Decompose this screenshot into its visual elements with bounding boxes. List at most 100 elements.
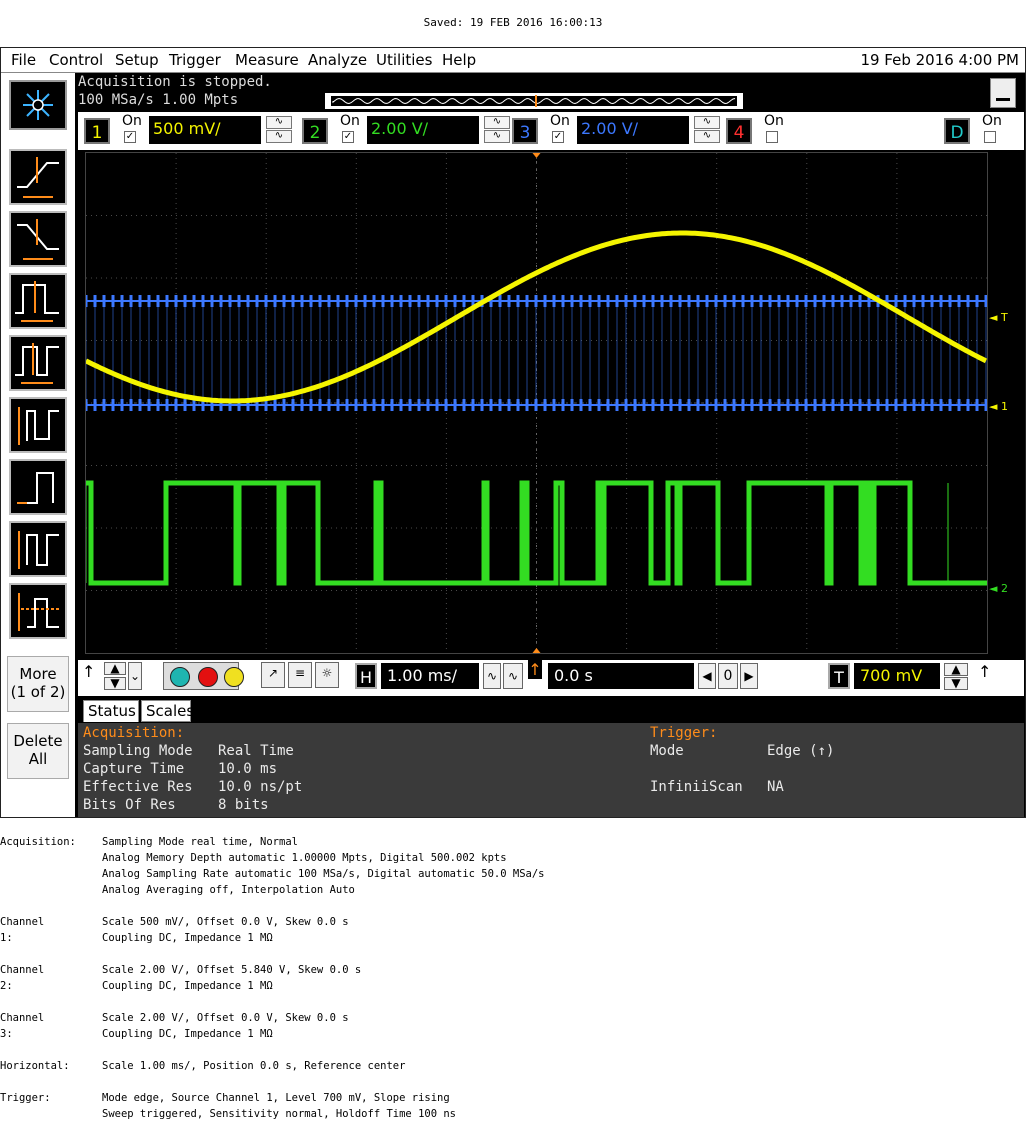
logo-button[interactable] <box>9 80 67 130</box>
channel-on-checkbox[interactable]: ✓ <box>342 131 354 143</box>
channel-on-label: On <box>982 113 1002 129</box>
runt-trigger-button[interactable] <box>9 397 67 453</box>
channel-scale-spinner[interactable]: ∿ ∿ <box>266 116 292 144</box>
acquisition-header: Acquisition: <box>83 725 185 741</box>
setup-hold-trigger-button[interactable] <box>9 459 67 515</box>
note-line: Scale 2.00 V/, Offset 5.840 V, Skew 0.0 … <box>102 964 362 976</box>
channel-scale-spinner[interactable]: ∿ ∿ <box>694 116 720 144</box>
scale-coarse-button[interactable]: ∿ <box>694 130 720 143</box>
vert-up-button[interactable]: ▲ <box>104 662 126 675</box>
channel-3-button[interactable]: 3 <box>512 118 538 144</box>
trigger-level[interactable]: 700 mV <box>854 663 940 689</box>
status-value: 10.0 ns/pt <box>218 779 303 795</box>
scale-coarse-button[interactable]: ∿ <box>484 130 510 143</box>
acquisition-info: Acquisition is stopped. 100 MSa/s 1.00 M… <box>78 73 272 109</box>
status-label: Effective Res <box>83 779 193 795</box>
scale-fine-button[interactable]: ∿ <box>694 116 720 129</box>
channel-on-checkbox[interactable] <box>766 131 778 143</box>
minimize-icon <box>996 98 1010 101</box>
channel-scale[interactable]: 2.00 V/ <box>577 116 689 144</box>
color-teal-button[interactable] <box>170 667 190 687</box>
trigger-level-marker[interactable]: ◄ T <box>989 311 1008 324</box>
menu-utilities[interactable]: Utilities <box>376 51 432 69</box>
control-bar: ↑ ▲ ▼ ⌄ ↗ ≡ ☼ H 1.00 ms/ ∿ ∿ ↑ 0.0 s ◀ 0… <box>78 660 1024 696</box>
menu-analyze[interactable]: Analyze <box>308 51 367 69</box>
channel-on-checkbox[interactable] <box>984 131 996 143</box>
h-scale-coarse-button[interactable]: ∿ <box>503 663 523 689</box>
trigger-position-top-marker <box>532 153 541 158</box>
layers-button[interactable]: ≡ <box>288 662 312 688</box>
scale-fine-button[interactable]: ∿ <box>484 116 510 129</box>
runt-icon <box>18 407 59 445</box>
window-trigger-button[interactable] <box>9 583 67 639</box>
menu-file[interactable]: File <box>11 51 36 69</box>
ch2-ground-marker[interactable]: ◄ 2 <box>989 582 1008 595</box>
trigger-position-icon: ↑ <box>528 660 542 679</box>
note-line: Analog Memory Depth automatic 1.00000 Mp… <box>102 852 507 864</box>
channel-scale[interactable]: 2.00 V/ <box>367 116 479 144</box>
color-yellow-button[interactable] <box>224 667 244 687</box>
channel-bar: 1 On ✓ 500 mV/∿ ∿ 2 On ✓ 2.00 V/∿ ∿ 3 On ✓ 2.00 V/∿ ∿ 4… <box>78 112 1024 150</box>
menu-control[interactable]: Control <box>49 51 103 69</box>
channel-d-button[interactable]: D <box>944 118 970 144</box>
rising-edge-trigger-button[interactable] <box>9 149 67 205</box>
channel-on-checkbox[interactable]: ✓ <box>552 131 564 143</box>
note-line: Scale 1.00 ms/, Position 0.0 s, Referenc… <box>102 1060 406 1072</box>
horizontal-position[interactable]: 0.0 s <box>548 663 694 689</box>
trigger-level-up-button[interactable]: ▲ <box>944 663 968 676</box>
scale-fine-button[interactable]: ∿ <box>266 116 292 129</box>
waveform-display[interactable] <box>85 152 988 654</box>
minimize-button[interactable] <box>990 78 1016 108</box>
transition-icon <box>18 531 59 569</box>
color-red-button[interactable] <box>198 667 218 687</box>
scale-coarse-button[interactable]: ∿ <box>266 130 292 143</box>
ch1-ground-marker[interactable]: ◄ 1 <box>989 400 1008 413</box>
channel-on-label: On <box>122 113 142 129</box>
channel-2-button[interactable]: 2 <box>302 118 328 144</box>
note-section-label: Acquisition: <box>0 836 76 848</box>
ch2-transitions <box>86 483 949 583</box>
channel-1-button[interactable]: 1 <box>84 118 110 144</box>
vert-fine-button[interactable]: ⌄ <box>128 662 142 690</box>
position-left-button[interactable]: ◀ <box>698 663 716 689</box>
note-line: Scale 2.00 V/, Offset 0.0 V, Skew 0.0 s <box>102 1012 349 1024</box>
vert-down-button[interactable]: ▼ <box>104 677 126 690</box>
channel-on-checkbox[interactable]: ✓ <box>124 131 136 143</box>
window-icon <box>18 593 59 631</box>
horizontal-scale[interactable]: 1.00 ms/ <box>381 663 479 689</box>
transition-trigger-button[interactable] <box>9 521 67 577</box>
note-line: Sweep triggered, Sensitivity normal, Hol… <box>102 1108 457 1120</box>
period-trigger-button[interactable] <box>9 335 67 391</box>
note-line: Analog Sampling Rate automatic 100 MSa/s… <box>102 868 545 880</box>
brightness-button[interactable]: ☼ <box>315 662 339 688</box>
more-button[interactable]: More (1 of 2) <box>7 656 69 712</box>
waveform-canvas <box>86 153 987 653</box>
pulse-width-trigger-button[interactable] <box>9 273 67 329</box>
delete-all-button[interactable]: Delete All <box>7 723 69 779</box>
menu-measure[interactable]: Measure <box>235 51 299 69</box>
trigger-level-down-button[interactable]: ▼ <box>944 677 968 690</box>
reference-center-button[interactable]: 0 <box>718 663 738 689</box>
memory-bar[interactable] <box>325 93 743 109</box>
channel-scale[interactable]: 500 mV/ <box>149 116 261 144</box>
falling-edge-trigger-button[interactable] <box>9 211 67 267</box>
trigger-slope-icon: ↑ <box>978 662 992 681</box>
autoscale-button[interactable]: ↗ <box>261 662 285 688</box>
menu-help[interactable]: Help <box>442 51 476 69</box>
note-section-label: Channel 3: <box>0 1012 45 1040</box>
tab-scales[interactable]: Scales <box>141 700 194 722</box>
channel-on-label: On <box>340 113 360 129</box>
status-value: Real Time <box>218 743 294 759</box>
h-scale-fine-button[interactable]: ∿ <box>483 663 501 689</box>
menu-trigger[interactable]: Trigger <box>169 51 221 69</box>
position-right-button[interactable]: ▶ <box>740 663 758 689</box>
note-section-label: Channel 2: <box>0 964 45 992</box>
note-section-label: Trigger: <box>0 1092 51 1104</box>
note-line: Scale 500 mV/, Offset 0.0 V, Skew 0.0 s <box>102 916 349 928</box>
channel-scale-spinner[interactable]: ∿ ∿ <box>484 116 510 144</box>
logo-icon <box>23 90 53 120</box>
tab-status[interactable]: Status <box>83 700 139 722</box>
menu-setup[interactable]: Setup <box>115 51 159 69</box>
trigger-header: Trigger: <box>650 725 718 741</box>
channel-4-button[interactable]: 4 <box>726 118 752 144</box>
